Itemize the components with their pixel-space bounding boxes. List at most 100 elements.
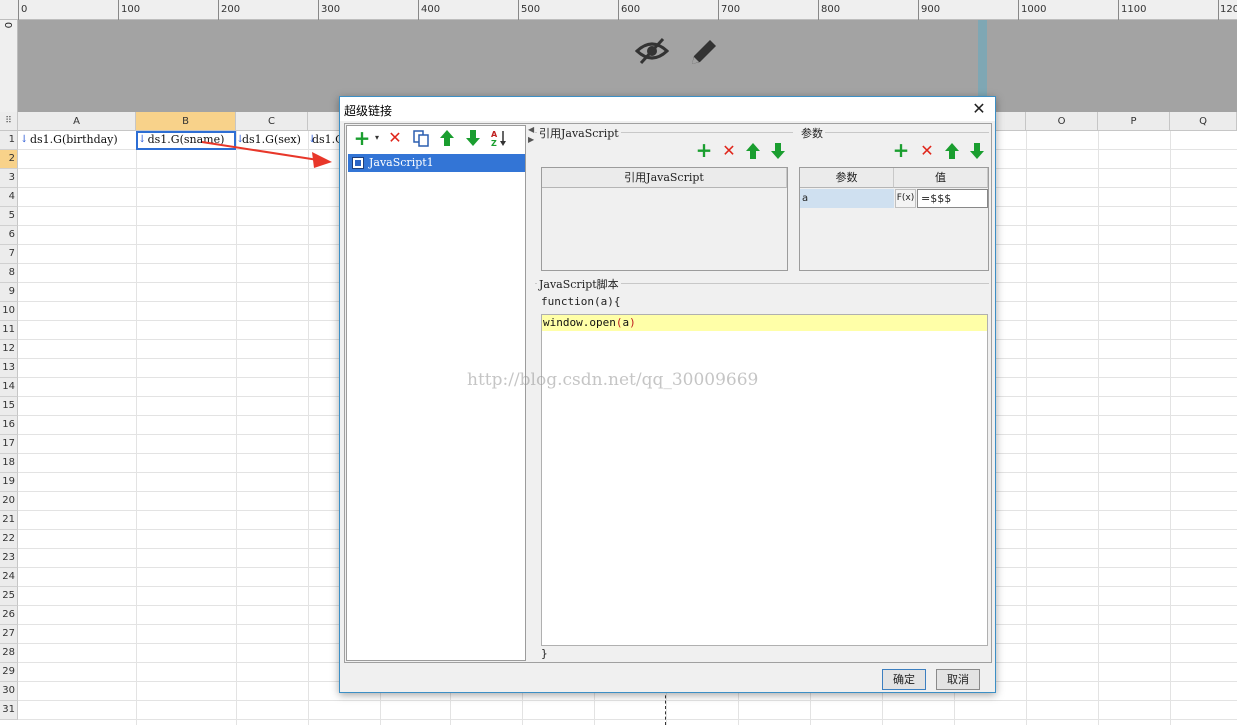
panel-splitter[interactable]: ◀ ▶ [528, 125, 534, 661]
group-divider [799, 132, 989, 133]
ruler-label: 300 [321, 4, 341, 15]
row-header[interactable]: 6 [0, 226, 18, 245]
row-header[interactable]: 26 [0, 606, 18, 625]
delete-icon[interactable]: ✕ [720, 142, 738, 160]
formula-button[interactable]: F(x) [895, 189, 916, 208]
svg-text:Z: Z [491, 139, 497, 147]
row-header[interactable]: 29 [0, 663, 18, 682]
link-detail-area: 引用JavaScript + ✕ 引用JavaScript 参数 + ✕ 参数 … [535, 125, 990, 661]
column-header-c[interactable]: C [236, 112, 308, 131]
column-header-n[interactable] [996, 112, 1026, 131]
arrow-down-icon[interactable] [464, 129, 482, 147]
close-icon[interactable]: ✕ [969, 99, 989, 119]
ruler-label: 200 [221, 4, 241, 15]
link-list-toolbar: + ▾ ✕ A Z [347, 126, 525, 150]
list-item-javascript1[interactable]: JavaScript1 [348, 154, 525, 172]
eye-slash-icon[interactable] [635, 36, 669, 66]
params-table: 参数 值 a F(x) =$$$ [799, 167, 989, 271]
row-header[interactable]: 27 [0, 625, 18, 644]
row-header[interactable]: 17 [0, 435, 18, 454]
row-header[interactable]: 25 [0, 587, 18, 606]
row-header[interactable]: 30 [0, 682, 18, 701]
script-editor[interactable]: window.open(a) [541, 314, 988, 646]
ruler-label: 800 [821, 4, 841, 15]
row-header[interactable]: 5 [0, 207, 18, 226]
arrow-up-icon[interactable] [943, 142, 961, 160]
column-header-p[interactable]: P [1098, 112, 1170, 131]
expand-down-icon: ↓ [20, 134, 29, 145]
svg-text:A: A [491, 130, 498, 139]
red-arrow-annotation [201, 141, 332, 168]
column-gridline [236, 131, 237, 725]
script-group-title: JavaScript脚本 [537, 276, 621, 292]
value-column-header[interactable]: 值 [894, 168, 988, 188]
row-header[interactable]: 28 [0, 644, 18, 663]
ref-js-column-header[interactable]: 引用JavaScript [542, 168, 787, 188]
dialog-titlebar[interactable]: 超级链接 ✕ [340, 97, 995, 121]
row-header[interactable]: 20 [0, 492, 18, 511]
ruler-label: 1200 [1220, 4, 1237, 15]
param-column-header[interactable]: 参数 [800, 168, 894, 188]
ref-js-table: 引用JavaScript [541, 167, 788, 271]
vertical-ruler-label: 0 [2, 22, 13, 29]
column-header-b[interactable]: B [136, 112, 236, 131]
link-list-panel: + ▾ ✕ A Z JavaScript1 [346, 125, 526, 661]
row-header[interactable]: 9 [0, 283, 18, 302]
column-gridline [136, 131, 137, 725]
report-designer: 0 100 200 300 400 500 600 700 800 900 10… [0, 0, 1237, 725]
row-header[interactable]: 13 [0, 359, 18, 378]
cancel-button[interactable]: 取消 [936, 669, 980, 690]
arrow-down-icon[interactable] [769, 142, 787, 160]
row-header[interactable]: 1 [0, 131, 18, 150]
row-header[interactable]: 22 [0, 530, 18, 549]
row-header[interactable]: 3 [0, 169, 18, 188]
arrow-up-icon[interactable] [438, 129, 456, 147]
column-header-q[interactable]: Q [1170, 112, 1237, 131]
row-header[interactable]: 10 [0, 302, 18, 321]
row-header[interactable]: 8 [0, 264, 18, 283]
sort-az-icon[interactable]: A Z [490, 129, 508, 147]
chevron-down-icon[interactable]: ▾ [368, 129, 386, 147]
cell-a1[interactable]: ↓ ds1.G(birthday) [18, 131, 136, 150]
add-icon[interactable]: + [695, 140, 713, 160]
ruler-label: 400 [421, 4, 441, 15]
row-header[interactable]: 2 [0, 150, 18, 169]
copy-icon[interactable] [412, 129, 430, 147]
arrow-up-icon[interactable] [744, 142, 762, 160]
param-name-cell[interactable]: a [800, 189, 894, 208]
row-header[interactable]: 15 [0, 397, 18, 416]
row-header[interactable]: 24 [0, 568, 18, 587]
function-footer-line: } [541, 647, 548, 660]
ruler-label: 500 [521, 4, 541, 15]
ruler-label: 700 [721, 4, 741, 15]
column-header-a[interactable]: A [18, 112, 136, 131]
arrow-down-icon[interactable] [968, 142, 986, 160]
column-gridline [1026, 131, 1027, 725]
ruler-label: 900 [921, 4, 941, 15]
row-header[interactable]: 16 [0, 416, 18, 435]
select-all-corner[interactable]: ⠿ [0, 112, 18, 131]
row-header[interactable]: 18 [0, 454, 18, 473]
row-header[interactable]: 21 [0, 511, 18, 530]
ruler-label: 1000 [1021, 4, 1047, 15]
expand-down-icon: ↓ [138, 134, 147, 145]
row-header[interactable]: 19 [0, 473, 18, 492]
row-header[interactable]: 12 [0, 340, 18, 359]
ok-button[interactable]: 确定 [882, 669, 926, 690]
row-header[interactable]: 31 [0, 701, 18, 720]
row-header[interactable]: 14 [0, 378, 18, 397]
column-header-o[interactable]: O [1026, 112, 1098, 131]
delete-icon[interactable]: ✕ [386, 129, 404, 147]
row-header[interactable]: 4 [0, 188, 18, 207]
add-icon[interactable]: + [892, 140, 910, 160]
row-header[interactable]: 23 [0, 549, 18, 568]
column-gridline [1170, 131, 1171, 725]
row-header[interactable]: 11 [0, 321, 18, 340]
ruler-label: 1100 [1121, 4, 1147, 15]
row-header[interactable]: 7 [0, 245, 18, 264]
pencil-icon[interactable] [688, 36, 720, 68]
javascript-item-icon [352, 157, 364, 169]
param-value-input[interactable]: =$$$ [917, 189, 988, 208]
delete-icon[interactable]: ✕ [918, 142, 936, 160]
vertical-ruler: 0 [0, 20, 18, 112]
